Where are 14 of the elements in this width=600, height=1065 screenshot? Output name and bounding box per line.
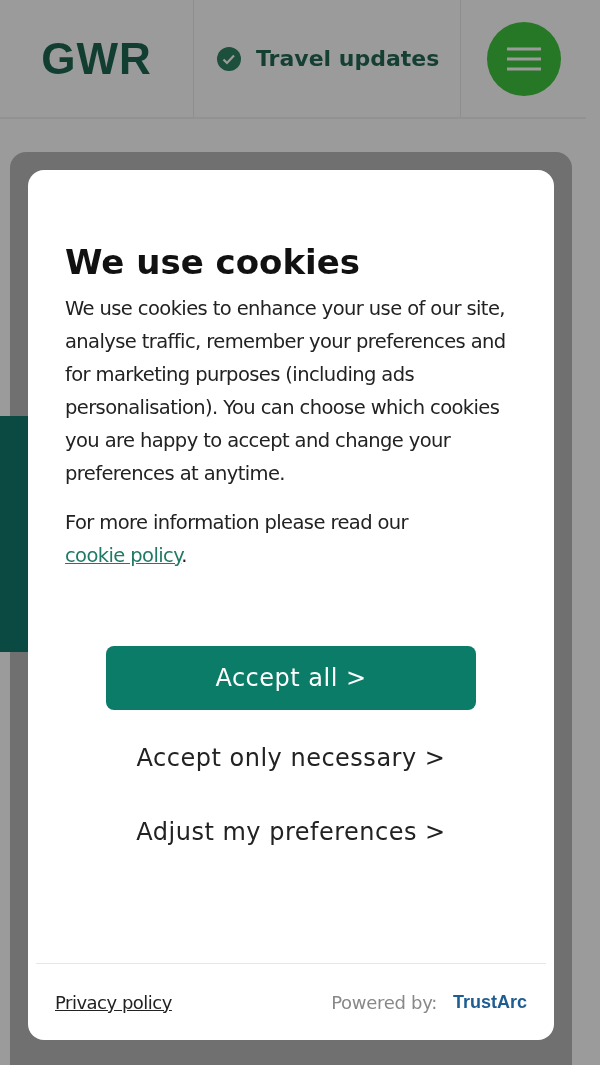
travel-updates-link[interactable]: Travel updates [256, 46, 440, 71]
check-circle-icon [216, 45, 242, 72]
more-info-text: For more information please read our cookie policy. [65, 510, 410, 569]
brand-logo[interactable]: TrustArc [452, 991, 527, 1013]
dialog-button[interactable]: Adjust my preferences > [124, 800, 458, 864]
privacy-policy-link[interactable]: Privacy policy [55, 991, 172, 1013]
powered-by-text: Powered by: [331, 991, 437, 1013]
logo[interactable]: GWR [41, 33, 152, 84]
accept-all-button[interactable]: Accept all > [106, 646, 476, 710]
menu-icon [504, 45, 543, 72]
dialog-title: We use cookies [65, 242, 361, 282]
dialog-text: We use cookies to enhance your use of our site, analyse traffic, remember your preferences and for marketing purposes (including ads personalisation). You can choose which cookies you are happy to accept and change your preferences at anytime. [65, 296, 507, 487]
dialog-button[interactable]: Accept only necessary > [124, 726, 458, 790]
cookie-policy-link[interactable]: cookie policy [65, 544, 182, 567]
